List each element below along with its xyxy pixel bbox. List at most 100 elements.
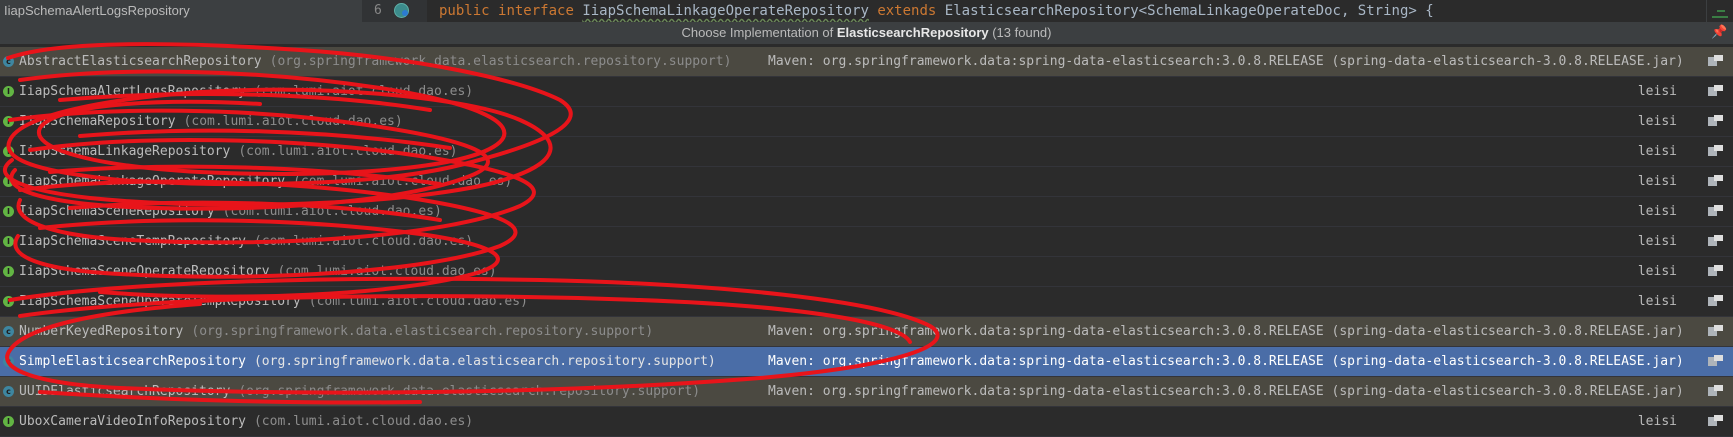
class-icon: c — [3, 326, 14, 337]
error-stripe[interactable] — [1706, 0, 1733, 22]
item-module: leisi — [1637, 174, 1677, 189]
item-name-text: IiapSchemaSceneOperateRepository — [19, 264, 270, 279]
library-jar-icon — [1708, 355, 1723, 367]
item-name: IiapSchemaSceneRepository (com.lumi.aiot.… — [19, 197, 442, 226]
item-location: Maven: org.springframework.data:spring-d… — [768, 354, 1684, 369]
list-item[interactable]: I IiapSchemaLinkageOperateRepository (com.… — [0, 167, 1733, 197]
item-location: Maven: org.springframework.data:spring-d… — [768, 324, 1684, 339]
interface-icon: I — [3, 176, 14, 187]
interface-icon: I — [3, 146, 14, 157]
item-module: leisi — [1637, 204, 1677, 219]
item-package: (com.lumi.aiot.cloud.dao.es) — [277, 264, 497, 279]
item-name: UUIDElasticsearchRepository (org.springfr… — [19, 377, 700, 406]
popup-title-prefix: Choose Implementation of — [681, 25, 837, 40]
list-item[interactable]: I IiapSchemaSceneOperateTempRepository (co… — [0, 287, 1733, 317]
interface-icon: I — [3, 236, 14, 247]
list-item[interactable]: I IiapSchemaSceneOperateRepository (com.lu… — [0, 257, 1733, 287]
item-module: leisi — [1637, 144, 1677, 159]
item-package: (com.lumi.aiot.cloud.dao.es) — [183, 114, 403, 129]
list-item[interactable]: I UboxCameraVideoInfoRepository (com.lumi.… — [0, 407, 1733, 437]
file-tab-label: IiapSchemaAlertLogsRepository — [4, 3, 190, 18]
item-name-text: IiapSchemaSceneRepository — [19, 204, 215, 219]
item-package: (com.lumi.aiot.cloud.dao.es) — [222, 204, 442, 219]
code-keyword-interface: interface — [498, 3, 574, 19]
interface-icon: I — [3, 86, 14, 97]
popup-title: Choose Implementation of ElasticsearchRe… — [0, 22, 1733, 44]
item-module: leisi — [1637, 294, 1677, 309]
item-name: IiapSchemaRepository (com.lumi.aiot.cloud… — [19, 107, 403, 136]
list-item[interactable]: c UUIDElasticsearchRepository (org.springf… — [0, 377, 1733, 407]
item-name: UboxCameraVideoInfoRepository (com.lumi.a… — [19, 407, 473, 436]
interface-icon: I — [3, 416, 14, 427]
item-package: (org.springframework.data.elasticsearch.… — [191, 324, 654, 339]
code-parent-type: ElasticsearchRepository — [944, 3, 1139, 19]
stripe-marker — [1717, 10, 1725, 12]
item-name: SimpleElasticsearchRepository (org.spring… — [19, 347, 716, 376]
implementation-list[interactable]: c AbstractElasticsearchRepository (org.spr… — [0, 47, 1733, 437]
item-name-text: IiapSchemaLinkageRepository — [19, 144, 231, 159]
item-location: Maven: org.springframework.data:spring-d… — [768, 384, 1684, 399]
class-icon: c — [3, 386, 14, 397]
list-item[interactable]: c NumberKeyedRepository (org.springframewo… — [0, 317, 1733, 347]
module-folder-icon — [1708, 85, 1723, 97]
code-brace: { — [1416, 3, 1434, 19]
list-item[interactable]: c SimpleElasticsearchRepository (org.sprin… — [0, 347, 1733, 377]
interface-icon: I — [3, 116, 14, 127]
file-tab[interactable]: IiapSchemaAlertLogsRepository — [0, 0, 362, 22]
item-module: leisi — [1637, 114, 1677, 129]
module-folder-icon — [1708, 265, 1723, 277]
list-item[interactable]: I IiapSchemaLinkageRepository (com.lumi.ai… — [0, 137, 1733, 167]
item-name-text: UUIDElasticsearchRepository — [19, 384, 231, 399]
item-package: (com.lumi.aiot.cloud.dao.es) — [253, 234, 474, 249]
item-name-text: IiapSchemaLinkageOperateRepository — [19, 174, 286, 189]
module-folder-icon — [1708, 145, 1723, 157]
list-item[interactable]: I IiapSchemaSceneTempRepository (com.lumi.… — [0, 227, 1733, 257]
code-keyword-public: public — [439, 3, 490, 19]
module-folder-icon — [1708, 205, 1723, 217]
module-folder-icon — [1708, 175, 1723, 187]
library-jar-icon — [1708, 55, 1723, 67]
code-line[interactable]: public interface IiapSchemaLinkageOperat… — [439, 0, 1434, 22]
item-name: IiapSchemaLinkageOperateRepository (com.l… — [19, 167, 512, 196]
item-package: (org.springframework.data.elasticsearch.… — [253, 354, 716, 369]
module-folder-icon — [1708, 415, 1723, 427]
item-name: IiapSchemaAlertLogsRepository (com.lumi.a… — [19, 77, 473, 106]
editor-gutter: 6 — [362, 0, 427, 22]
item-module: leisi — [1637, 414, 1677, 429]
module-folder-icon — [1708, 295, 1723, 307]
library-jar-icon — [1708, 325, 1723, 337]
list-item[interactable]: I IiapSchemaRepository (com.lumi.aiot.clou… — [0, 107, 1733, 137]
item-name: IiapSchemaSceneOperateTempRepository (com… — [19, 287, 528, 316]
list-item[interactable]: I IiapSchemaSceneRepository (com.lumi.aiot… — [0, 197, 1733, 227]
item-package: (org.springframework.data.elasticsearch.… — [269, 54, 732, 69]
item-package: (com.lumi.aiot.cloud.dao.es) — [238, 144, 458, 159]
code-generic-args: <SchemaLinkageOperateDoc, String> — [1138, 3, 1417, 19]
library-jar-icon — [1708, 385, 1723, 397]
module-folder-icon — [1708, 115, 1723, 127]
item-package: (com.lumi.aiot.cloud.dao.es) — [293, 174, 513, 189]
item-name-text: IiapSchemaAlertLogsRepository — [19, 84, 246, 99]
item-name-text: NumberKeyedRepository — [19, 324, 184, 339]
class-icon: c — [3, 56, 14, 67]
interface-icon: I — [3, 296, 14, 307]
code-interface-name: IiapSchemaLinkageOperateRepository — [582, 3, 869, 19]
interface-icon: I — [3, 206, 14, 217]
item-package: (org.springframework.data.elasticsearch.… — [238, 384, 701, 399]
item-module: leisi — [1637, 264, 1677, 279]
list-item[interactable]: I IiapSchemaAlertLogsRepository (com.lumi.… — [0, 77, 1733, 107]
item-name-text: IiapSchemaRepository — [19, 114, 176, 129]
pin-icon[interactable]: 📌 — [1711, 25, 1727, 39]
code-keyword-extends: extends — [877, 3, 937, 19]
implemented-marker-icon[interactable] — [394, 3, 409, 18]
list-item[interactable]: c AbstractElasticsearchRepository (org.spr… — [0, 47, 1733, 77]
popup-title-count: (13 found) — [988, 25, 1052, 40]
item-package: (com.lumi.aiot.cloud.dao.es) — [253, 84, 474, 99]
popup-title-target: ElasticsearchRepository — [836, 25, 989, 40]
item-name-text: AbstractElasticsearchRepository — [19, 54, 262, 69]
editor-top-strip: IiapSchemaAlertLogsRepository 6 public i… — [0, 0, 1733, 23]
item-name: AbstractElasticsearchRepository (org.spri… — [19, 47, 731, 76]
interface-icon: I — [3, 266, 14, 277]
class-icon: c — [3, 356, 14, 367]
item-name-text: IiapSchemaSceneOperateTempRepository — [19, 294, 301, 309]
item-name-text: IiapSchemaSceneTempRepository — [19, 234, 246, 249]
